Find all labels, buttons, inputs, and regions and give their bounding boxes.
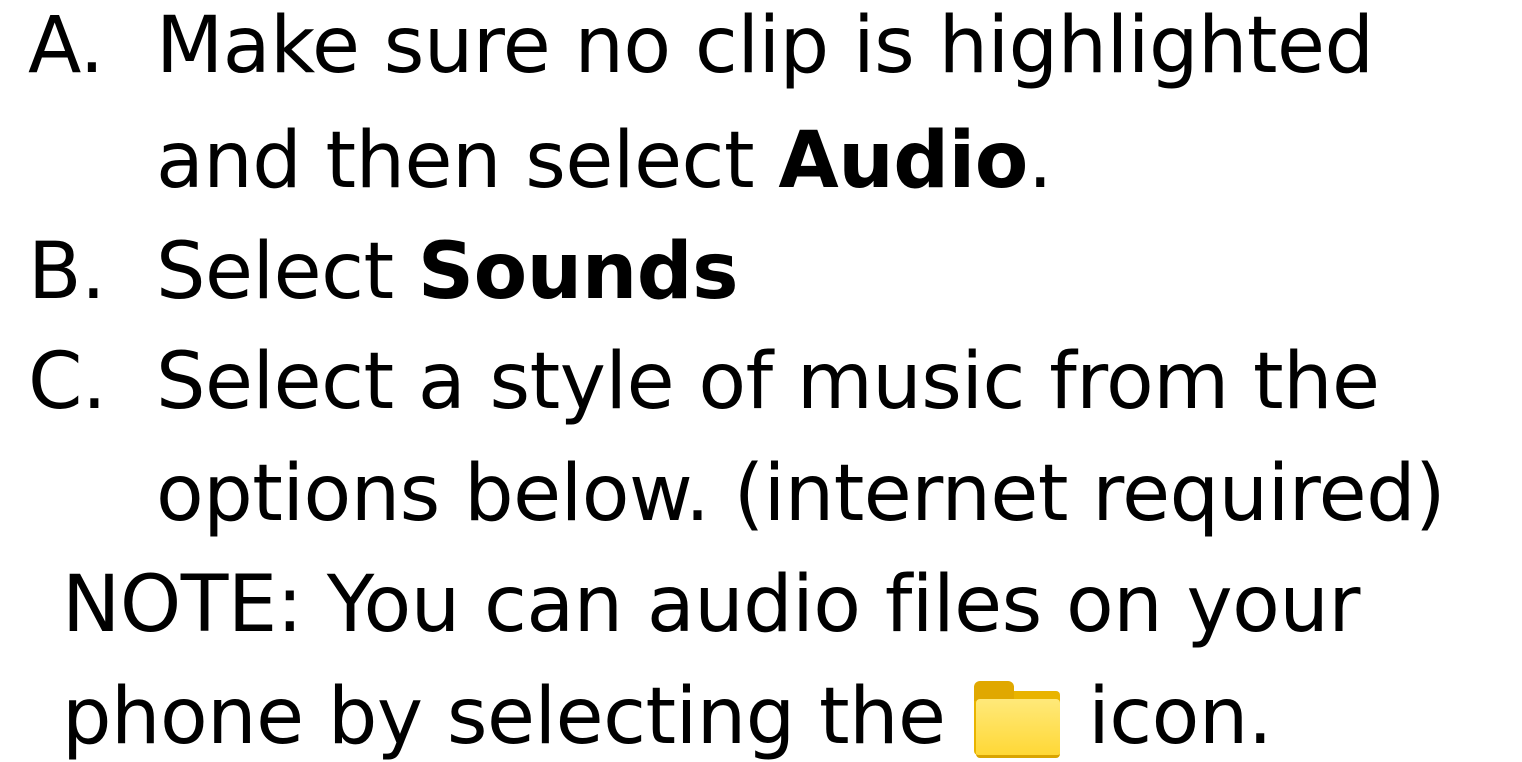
step-a-text-1: Make sure no clip is highlighted bbox=[156, 1, 1374, 91]
step-c-text-1: Select a style of music from the bbox=[156, 337, 1380, 427]
step-b-marker: B. bbox=[28, 227, 106, 317]
sounds-label: Sounds bbox=[417, 227, 739, 317]
audio-label: Audio bbox=[778, 116, 1028, 206]
note-line-2: phone by selecting the icon. bbox=[62, 678, 1273, 758]
step-a-marker: A. bbox=[28, 1, 104, 91]
note-line-2-prefix: phone by selecting the bbox=[62, 672, 970, 762]
step-a-text-2-prefix: and then select bbox=[156, 116, 779, 206]
step-c-text-2: options below. (internet required) bbox=[156, 449, 1446, 539]
step-b-text: Select Sounds bbox=[156, 233, 739, 311]
folder-icon bbox=[973, 681, 1060, 758]
step-a-text-2: and then select Audio. bbox=[156, 122, 1053, 200]
instruction-slide: A. Make sure no clip is highlighted and … bbox=[0, 0, 1522, 758]
note-line-2-suffix: icon. bbox=[1063, 672, 1273, 762]
note-line-1: NOTE: You can audio files on your bbox=[62, 560, 1360, 650]
step-a-text-2-suffix: . bbox=[1027, 116, 1053, 206]
step-b-prefix: Select bbox=[156, 227, 418, 317]
step-c-marker: C. bbox=[28, 337, 107, 427]
